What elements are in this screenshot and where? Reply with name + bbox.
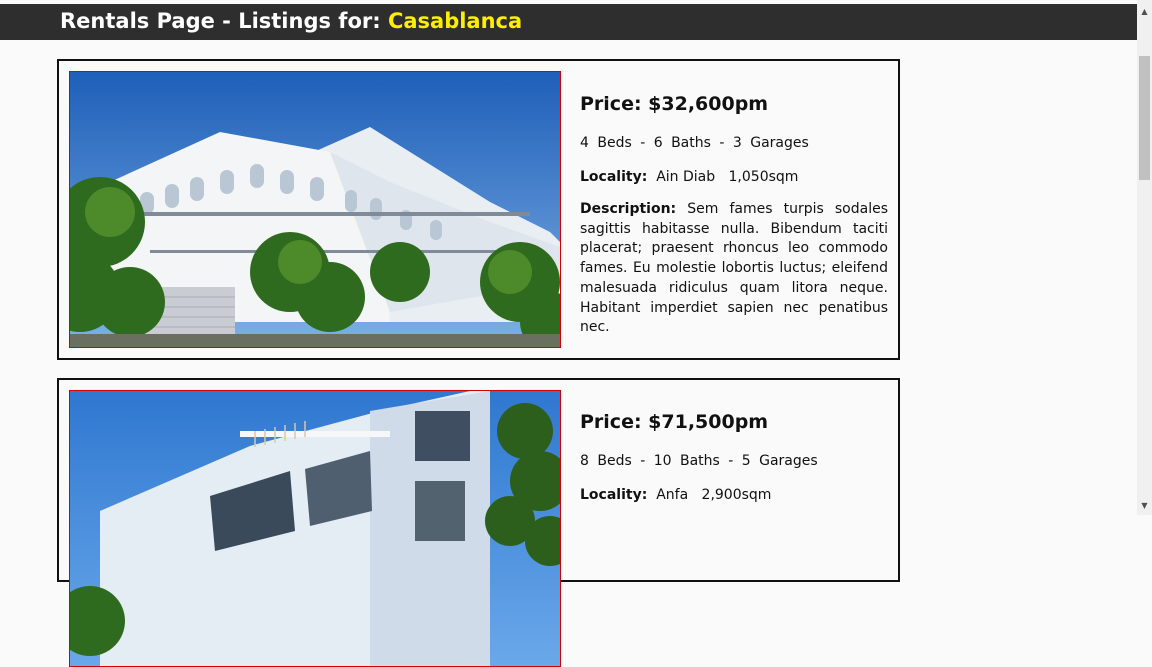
vertical-scrollbar[interactable]: ▲ ▼ [1137,0,1152,515]
listing-info: Price: $71,500pm 8 Beds - 10 Baths - 5 G… [580,411,888,518]
page-title: Rentals Page - Listings for: Casablanca [60,7,522,35]
listing-price: Price: $71,500pm [580,411,769,433]
listing-card: Price: $71,500pm 8 Beds - 10 Baths - 5 G… [57,378,900,667]
listing-description: Description: Sem fames turpis sodales sa… [580,200,888,338]
listing-info: Price: $32,600pm 4 Beds - 6 Baths - 3 Ga… [580,93,888,338]
listing-price: Price: $32,600pm [580,93,769,115]
description-text: Sem fames turpis sodales sagittis habita… [580,201,888,336]
locality-label: Locality: [580,169,648,185]
description-label: Description: [580,201,677,217]
listing-card: Price: $32,600pm 4 Beds - 6 Baths - 3 Ga… [57,59,900,360]
scroll-up-arrow-icon[interactable]: ▲ [1137,4,1152,19]
page-header: Rentals Page - Listings for: Casablanca [0,4,1137,40]
listing-photo[interactable] [69,390,561,667]
listing-photo[interactable] [69,71,561,348]
listing-specs: 4 Beds - 6 Baths - 3 Garages [580,135,809,151]
locality-value: Ain Diab [656,169,716,185]
listing-locality: Locality: Anfa 2,900sqm [580,487,888,503]
area-value: 1,050sqm [728,169,799,185]
listing-specs: 8 Beds - 10 Baths - 5 Garages [580,453,818,469]
area-value: 2,900sqm [701,487,772,503]
locality-label: Locality: [580,487,648,503]
listing-locality: Locality: Ain Diab 1,050sqm [580,169,888,185]
city-name: Casablanca [387,9,523,33]
scrollbar-thumb[interactable] [1139,56,1150,180]
locality-value: Anfa [656,487,689,503]
title-prefix: Rentals Page - Listings for: [60,9,388,33]
scroll-down-arrow-icon[interactable]: ▼ [1137,498,1152,513]
